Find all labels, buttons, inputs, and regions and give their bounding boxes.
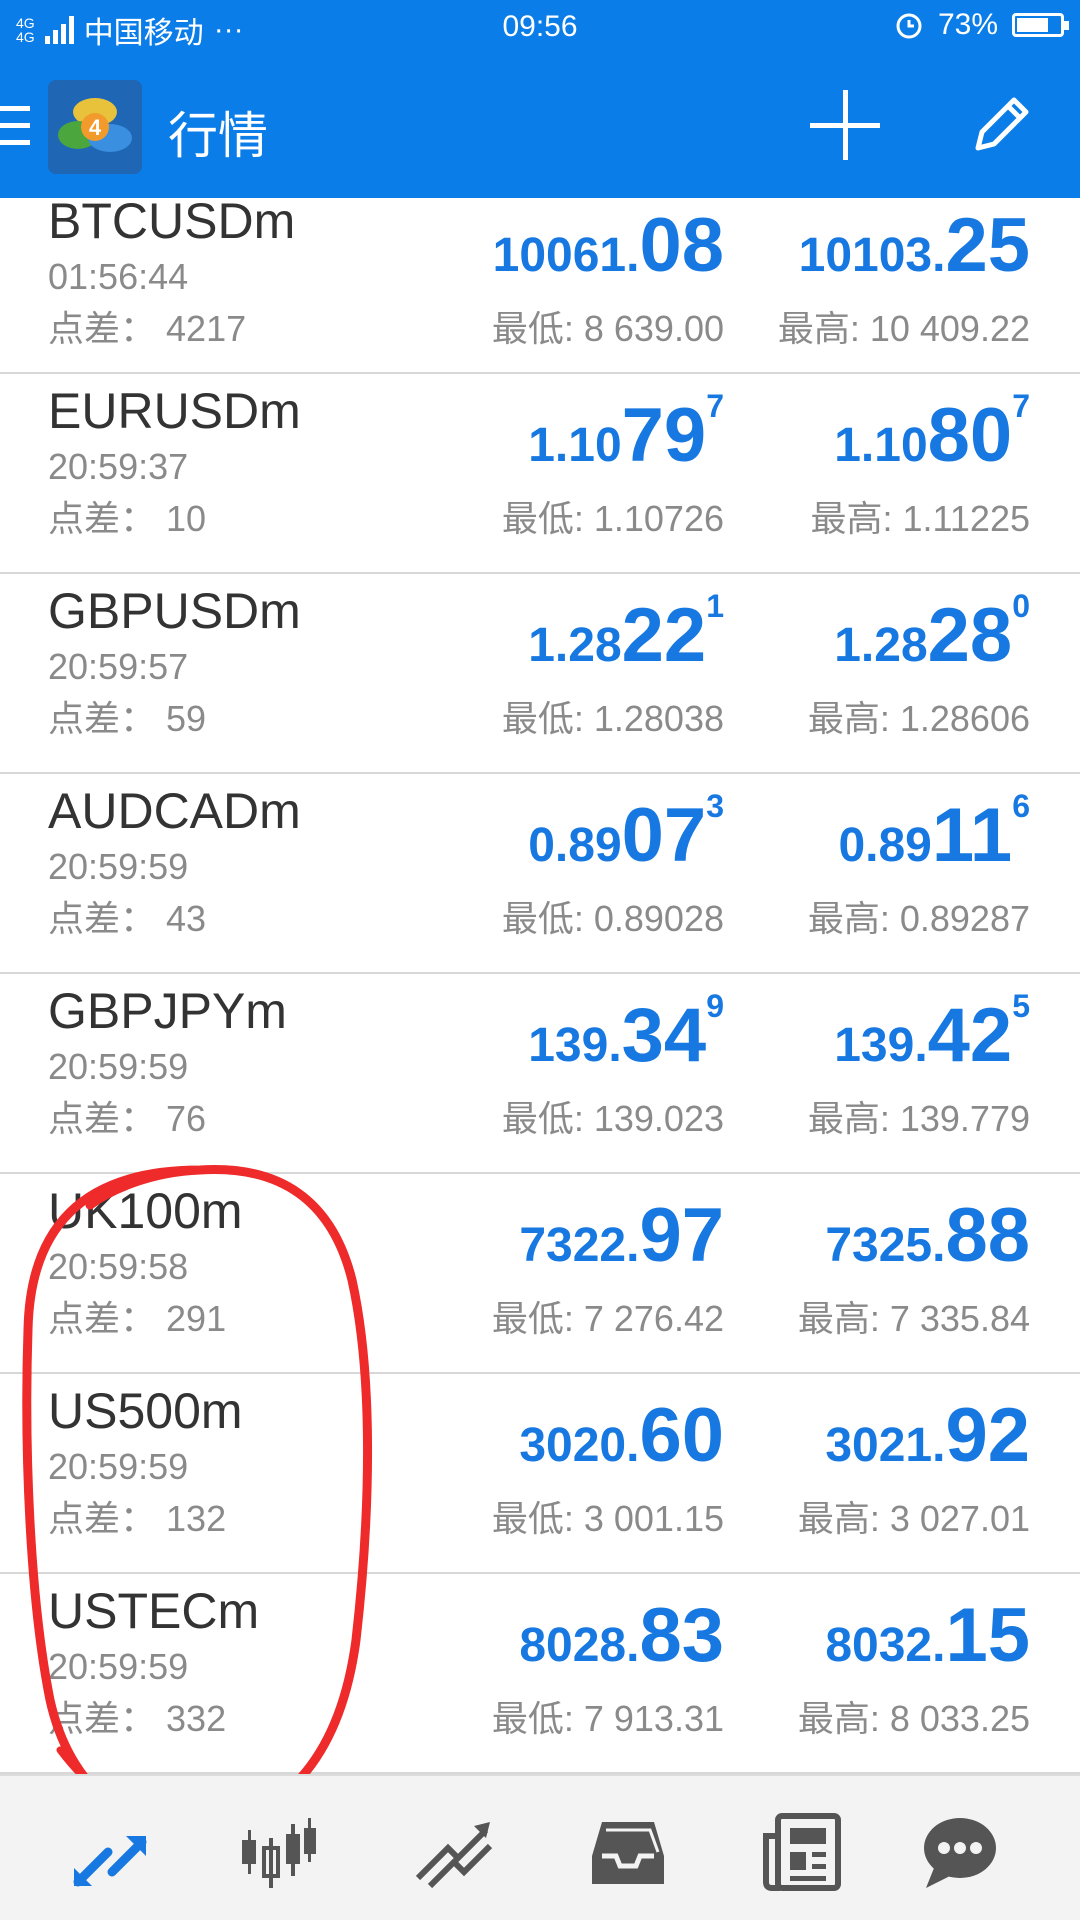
quote-time: 20:59:59 xyxy=(48,1046,189,1087)
ask-price[interactable]: 1.10807 xyxy=(650,388,1030,479)
quote-row[interactable]: GBPJPYm 20:59:59 点差： 76 139.349 139.425 最低: 1… xyxy=(0,974,1080,1174)
candlestick-chart-icon xyxy=(242,1818,316,1888)
trade-trend-icon xyxy=(415,1822,493,1889)
quote-time: 20:59:59 xyxy=(48,846,189,887)
spread: 点差： 4217 xyxy=(48,308,247,349)
high-price: 最高: 10 409.22 xyxy=(777,308,1030,349)
quote-row[interactable]: EURUSDm 20:59:37 点差： 10 1.10797 1.10807 最低: 1… xyxy=(0,374,1080,574)
alarm-icon xyxy=(896,13,922,39)
ask-price[interactable]: 1.28280 xyxy=(650,588,1030,679)
low-price: 最低: 1.10726 xyxy=(501,498,724,539)
chat-icon xyxy=(924,1818,996,1888)
symbol-name: BTCUSDm xyxy=(48,193,296,249)
high-price: 最高: 1.11225 xyxy=(810,498,1030,539)
ask-price[interactable]: 0.89116 xyxy=(650,788,1030,879)
symbol-name: GBPJPYm xyxy=(48,983,287,1039)
quote-time: 20:59:59 xyxy=(48,1446,189,1487)
high-price: 最高: 1.28606 xyxy=(807,698,1030,739)
ask-price[interactable]: 8032.15 xyxy=(650,1592,1030,1679)
edit-pencil-icon[interactable] xyxy=(966,90,1036,160)
spread: 点差： 59 xyxy=(48,698,207,739)
bottom-navigation xyxy=(0,1774,1080,1920)
top-toolbar: 4 行情 xyxy=(0,56,1080,198)
spread: 点差： 10 xyxy=(48,498,207,539)
ask-price[interactable]: 3021.92 xyxy=(650,1392,1030,1479)
low-price: 最低: 3 001.15 xyxy=(491,1498,724,1539)
battery-icon xyxy=(1012,13,1069,37)
history-inbox-icon xyxy=(592,1822,664,1884)
news-icon xyxy=(763,1813,841,1891)
battery-percent: 73% xyxy=(937,8,998,41)
nav-chart[interactable] xyxy=(240,1812,320,1892)
quote-time: 20:59:37 xyxy=(48,446,189,487)
quote-row[interactable]: AUDCADm 20:59:59 点差： 43 0.89073 0.89116 最低: 0… xyxy=(0,774,1080,974)
high-price: 最高: 8 033.25 xyxy=(797,1698,1030,1739)
quote-row[interactable]: USTECm 20:59:59 点差： 332 8028.83 8032.15 最低: 7… xyxy=(0,1574,1080,1774)
status-right: 73% xyxy=(894,8,1069,42)
nav-quotes[interactable] xyxy=(70,1812,150,1892)
spread: 点差： 76 xyxy=(48,1098,207,1139)
low-price: 最低: 7 276.42 xyxy=(491,1298,724,1339)
low-price: 最低: 8 639.00 xyxy=(491,308,724,349)
high-price: 最高: 139.779 xyxy=(807,1098,1030,1139)
symbol-name: EURUSDm xyxy=(48,383,301,439)
low-price: 最低: 0.89028 xyxy=(501,898,724,939)
quote-time: 20:59:58 xyxy=(48,1246,189,1287)
nav-history[interactable] xyxy=(588,1812,668,1892)
spread: 点差： 132 xyxy=(48,1498,227,1539)
symbol-name: US500m xyxy=(48,1383,243,1439)
quote-row[interactable]: US500m 20:59:59 点差： 132 3020.60 3021.92 最低: 3… xyxy=(0,1374,1080,1574)
ask-price[interactable]: 10103.25 xyxy=(650,202,1030,289)
svg-text:4: 4 xyxy=(89,115,102,140)
high-price: 最高: 7 335.84 xyxy=(797,1298,1030,1339)
quote-row[interactable]: BTCUSDm 01:56:44 点差： 4217 10061.08 10103.25 最… xyxy=(0,193,1080,374)
spread: 点差： 43 xyxy=(48,898,207,939)
nav-news[interactable] xyxy=(762,1812,842,1892)
spread: 点差： 291 xyxy=(48,1298,227,1339)
ask-price[interactable]: 7325.88 xyxy=(650,1192,1030,1279)
quote-time: 20:59:57 xyxy=(48,646,189,687)
metatrader-logo-icon: 4 xyxy=(48,80,142,174)
symbol-name: AUDCADm xyxy=(48,783,301,839)
high-price: 最高: 0.89287 xyxy=(807,898,1030,939)
low-price: 最低: 1.28038 xyxy=(501,698,724,739)
nav-chat[interactable] xyxy=(920,1812,1000,1892)
page-title: 行情 xyxy=(168,108,268,164)
quote-time: 01:56:44 xyxy=(48,256,189,297)
quotes-arrows-icon xyxy=(73,1836,147,1887)
spread: 点差： 332 xyxy=(48,1698,227,1739)
high-price: 最高: 3 027.01 xyxy=(797,1498,1030,1539)
symbol-name: USTECm xyxy=(48,1583,260,1639)
low-price: 最低: 7 913.31 xyxy=(491,1698,724,1739)
menu-icon[interactable] xyxy=(0,106,30,148)
quote-time: 20:59:59 xyxy=(48,1646,189,1687)
add-symbol-icon[interactable] xyxy=(810,90,880,160)
nav-trade[interactable] xyxy=(414,1812,494,1892)
quote-row[interactable]: UK100m 20:59:58 点差： 291 7322.97 7325.88 最低: 7… xyxy=(0,1174,1080,1374)
status-bar: 4G 4G 中国移动 ··· 09:56 73% xyxy=(0,0,1080,56)
app-logo[interactable]: 4 xyxy=(48,80,142,174)
low-price: 最低: 139.023 xyxy=(501,1098,724,1139)
quote-list: BTCUSDm 01:56:44 点差： 4217 10061.08 10103.25 最… xyxy=(0,193,1080,1774)
symbol-name: GBPUSDm xyxy=(48,583,301,639)
symbol-name: UK100m xyxy=(48,1183,243,1239)
quote-row[interactable]: GBPUSDm 20:59:57 点差： 59 1.28221 1.28280 最低: 1… xyxy=(0,574,1080,774)
ask-price[interactable]: 139.425 xyxy=(650,988,1030,1079)
